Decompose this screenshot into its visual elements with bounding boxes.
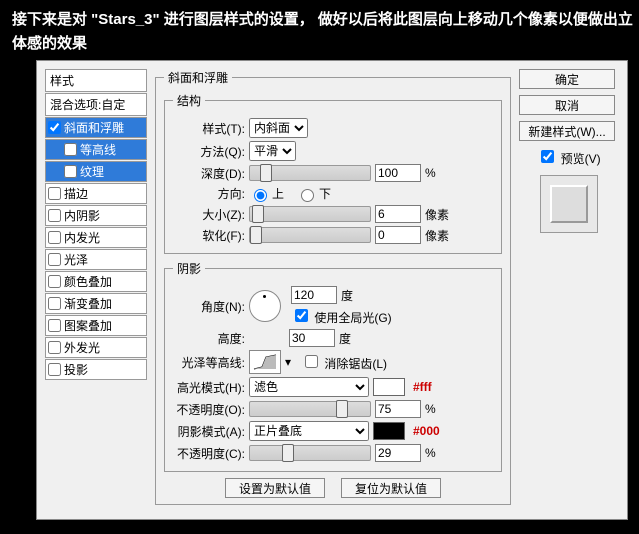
highlight-color-swatch[interactable] — [373, 378, 405, 396]
shading-legend: 阴影 — [173, 260, 205, 277]
bevel-emboss-group: 斜面和浮雕 结构 样式(T): 内斜面 方法(Q): 平滑 深度(D): % 方… — [155, 69, 511, 505]
pct-unit-2: % — [425, 402, 436, 416]
style-item-光泽[interactable]: 光泽 — [45, 249, 147, 270]
technique-select[interactable]: 平滑 — [249, 141, 296, 161]
style-item-等高线[interactable]: 等高线 — [45, 139, 147, 160]
style-select[interactable]: 内斜面 — [249, 118, 308, 138]
shadow-opacity-slider[interactable] — [249, 445, 371, 461]
pct-unit-3: % — [425, 446, 436, 460]
chevron-down-icon[interactable]: ▾ — [285, 355, 291, 369]
style-item-外发光[interactable]: 外发光 — [45, 337, 147, 358]
altitude-input[interactable] — [289, 329, 335, 347]
soften-input[interactable] — [375, 226, 421, 244]
size-slider[interactable] — [249, 206, 371, 222]
pct-unit: % — [425, 166, 436, 180]
px-unit: 像素 — [425, 206, 449, 223]
shading-group: 阴影 角度(N): 度 使用全局光(G) 高度: 度 — [164, 260, 502, 472]
shadow-color-swatch[interactable] — [373, 422, 405, 440]
preview-thumbnail — [540, 175, 598, 233]
px-unit-2: 像素 — [425, 227, 449, 244]
style-item-内发光[interactable]: 内发光 — [45, 227, 147, 248]
style-list: 样式 混合选项:自定 斜面和浮雕等高线纹理描边内阴影内发光光泽颜色叠加渐变叠加图… — [45, 69, 147, 511]
soften-label: 软化(F): — [173, 227, 245, 244]
structure-group: 结构 样式(T): 内斜面 方法(Q): 平滑 深度(D): % 方向: 上 下… — [164, 92, 502, 254]
highlight-opacity-label: 不透明度(O): — [173, 401, 245, 418]
direction-down-radio[interactable]: 下 — [296, 185, 331, 202]
angle-label: 角度(N): — [173, 298, 245, 315]
depth-label: 深度(D): — [173, 165, 245, 182]
blending-options[interactable]: 混合选项:自定 — [45, 93, 147, 116]
style-item-颜色叠加[interactable]: 颜色叠加 — [45, 271, 147, 292]
depth-slider[interactable] — [249, 165, 371, 181]
reset-default-button[interactable]: 复位为默认值 — [341, 478, 441, 498]
highlight-mode-label: 高光模式(H): — [173, 379, 245, 396]
gloss-contour-label: 光泽等高线: — [173, 354, 245, 371]
depth-input[interactable] — [375, 164, 421, 182]
soften-slider[interactable] — [249, 227, 371, 243]
new-style-button[interactable]: 新建样式(W)... — [519, 121, 615, 141]
altitude-label: 高度: — [173, 330, 245, 347]
deg-unit: 度 — [341, 287, 353, 304]
shadow-opacity-input[interactable] — [375, 444, 421, 462]
deg-unit-2: 度 — [339, 330, 351, 347]
angle-dial[interactable] — [249, 290, 281, 322]
style-item-纹理[interactable]: 纹理 — [45, 161, 147, 182]
shadow-opacity-label: 不透明度(C): — [173, 445, 245, 462]
gloss-contour-picker[interactable] — [249, 350, 281, 374]
global-light-checkbox[interactable]: 使用全局光(G) — [291, 306, 392, 326]
shadow-annot: #000 — [413, 424, 440, 438]
angle-input[interactable] — [291, 286, 337, 304]
preview-checkbox[interactable]: 预览(V) — [519, 147, 619, 167]
shadow-mode-select[interactable]: 正片叠底 — [249, 421, 369, 441]
highlight-annot: #fff — [413, 380, 432, 394]
cancel-button[interactable]: 取消 — [519, 95, 615, 115]
style-item-内阴影[interactable]: 内阴影 — [45, 205, 147, 226]
style-item-投影[interactable]: 投影 — [45, 359, 147, 380]
highlight-mode-select[interactable]: 滤色 — [249, 377, 369, 397]
antialias-checkbox[interactable]: 消除锯齿(L) — [301, 352, 387, 372]
structure-legend: 结构 — [173, 92, 205, 109]
direction-label: 方向: — [173, 185, 245, 202]
style-item-图案叠加[interactable]: 图案叠加 — [45, 315, 147, 336]
size-input[interactable] — [375, 205, 421, 223]
caption-text: 接下来是对 "Stars_3" 进行图层样式的设置， 做好以后将此图层向上移动几… — [0, 0, 639, 60]
direction-up-radio[interactable]: 上 — [249, 185, 284, 202]
style-list-header: 样式 — [45, 69, 147, 92]
style-item-描边[interactable]: 描边 — [45, 183, 147, 204]
highlight-opacity-input[interactable] — [375, 400, 421, 418]
make-default-button[interactable]: 设置为默认值 — [225, 478, 325, 498]
style-label: 样式(T): — [173, 120, 245, 137]
style-item-斜面和浮雕[interactable]: 斜面和浮雕 — [45, 117, 147, 138]
shadow-mode-label: 阴影模式(A): — [173, 423, 245, 440]
size-label: 大小(Z): — [173, 206, 245, 223]
technique-label: 方法(Q): — [173, 143, 245, 160]
ok-button[interactable]: 确定 — [519, 69, 615, 89]
bevel-emboss-legend: 斜面和浮雕 — [164, 69, 232, 86]
style-item-渐变叠加[interactable]: 渐变叠加 — [45, 293, 147, 314]
layer-style-dialog: 样式 混合选项:自定 斜面和浮雕等高线纹理描边内阴影内发光光泽颜色叠加渐变叠加图… — [36, 60, 628, 520]
highlight-opacity-slider[interactable] — [249, 401, 371, 417]
